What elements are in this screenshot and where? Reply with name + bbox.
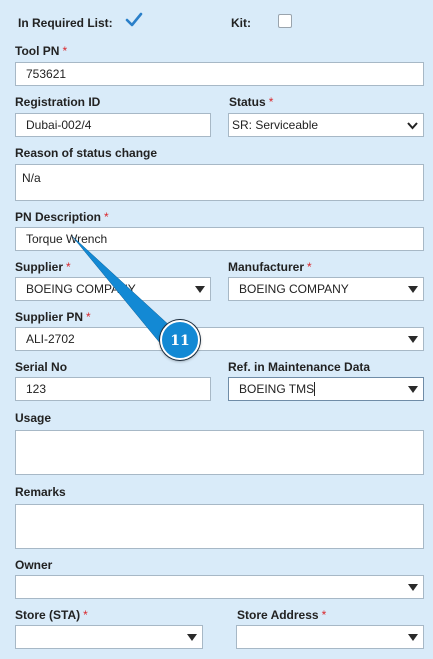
manufacturer-value: BOEING COMPANY	[239, 282, 349, 296]
pn-description-input[interactable]: Torque Wrench	[15, 227, 424, 251]
supplier-select[interactable]: BOEING COMPANY	[15, 277, 211, 301]
tool-pn-input[interactable]: 753621	[15, 62, 424, 86]
caret-down-icon	[408, 286, 418, 293]
in-required-list-label: In Required List:	[18, 16, 113, 30]
status-value: SR: Serviceable	[232, 118, 319, 132]
supplier-pn-select[interactable]: ALI-2702	[15, 327, 424, 351]
usage-label: Usage	[15, 411, 52, 425]
checkmark-icon	[125, 12, 143, 27]
caret-down-icon	[408, 386, 418, 393]
caret-down-icon	[408, 634, 418, 641]
manufacturer-label: Manufacturer *	[228, 260, 312, 274]
pn-description-label: PN Description *	[15, 210, 109, 224]
supplier-label: Supplier *	[15, 260, 71, 274]
text-cursor	[314, 382, 316, 396]
owner-select[interactable]	[15, 575, 424, 599]
supplier-pn-label: Supplier PN *	[15, 310, 91, 324]
reason-textarea[interactable]: N/a	[15, 164, 424, 201]
caret-down-icon	[408, 584, 418, 591]
manufacturer-select[interactable]: BOEING COMPANY	[228, 277, 424, 301]
serial-no-input[interactable]: 123	[15, 377, 211, 401]
store-sta-label: Store (STA) *	[15, 608, 88, 622]
tool-pn-label: Tool PN *	[15, 44, 68, 58]
remarks-label: Remarks	[15, 485, 66, 499]
caret-down-icon	[408, 336, 418, 343]
reason-label: Reason of status change	[15, 146, 158, 160]
remarks-textarea[interactable]	[15, 504, 424, 549]
ref-maintenance-value: BOEING TMS	[239, 382, 315, 396]
chevron-down-icon	[407, 122, 418, 130]
store-sta-select[interactable]	[15, 625, 203, 649]
ref-maintenance-label: Ref. in Maintenance Data	[228, 360, 371, 374]
status-label: Status *	[229, 95, 274, 109]
supplier-value: BOEING COMPANY	[26, 282, 136, 296]
callout-badge: 11	[160, 320, 200, 360]
registration-id-input[interactable]: Dubai-002/4	[15, 113, 211, 137]
usage-textarea[interactable]	[15, 430, 424, 475]
caret-down-icon	[195, 286, 205, 293]
in-required-list-checkbox[interactable]	[125, 12, 143, 29]
caret-down-icon	[187, 634, 197, 641]
registration-id-label: Registration ID	[15, 95, 101, 109]
ref-maintenance-select[interactable]: BOEING TMS	[228, 377, 424, 401]
status-select[interactable]: SR: Serviceable	[228, 113, 424, 137]
store-address-select[interactable]	[236, 625, 424, 649]
supplier-pn-value: ALI-2702	[26, 332, 75, 346]
owner-label: Owner	[15, 558, 53, 572]
serial-no-label: Serial No	[15, 360, 68, 374]
kit-label: Kit:	[231, 16, 251, 30]
store-address-label: Store Address *	[237, 608, 327, 622]
kit-checkbox[interactable]	[278, 14, 292, 28]
